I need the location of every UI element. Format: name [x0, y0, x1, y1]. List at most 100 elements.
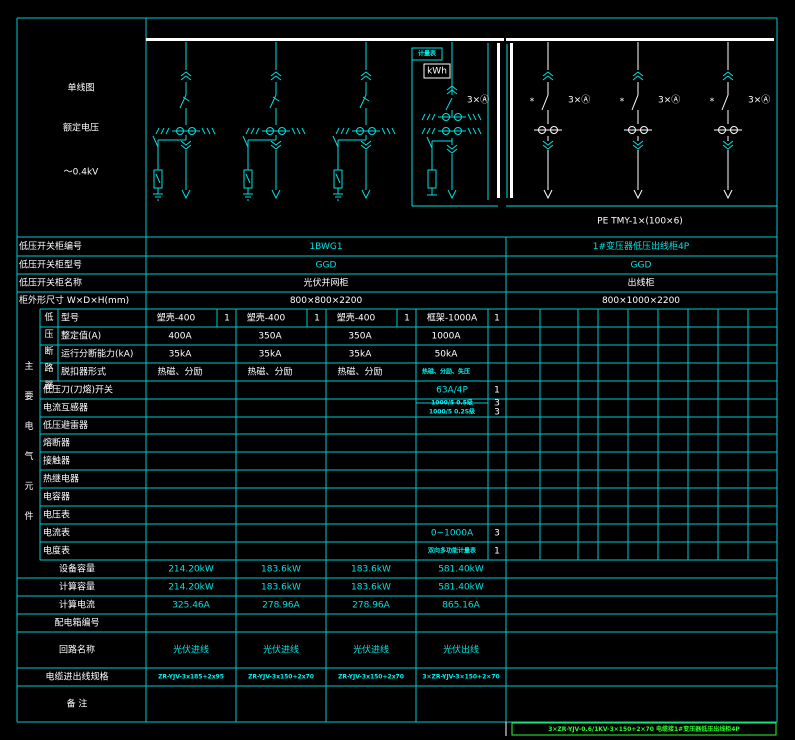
ct-tick: [340, 127, 345, 135]
ct-tick: [421, 113, 426, 121]
disconnector-icon: [332, 135, 339, 148]
withdrawable-contact-icon: [180, 140, 192, 150]
withdrawable-contact-icon: [270, 71, 282, 81]
calc-current-value: 278.96A: [352, 601, 390, 611]
cable-outlet-icon: [723, 189, 733, 200]
ct-label: 3×Ⓐ: [467, 95, 489, 106]
cable-outlet-icon: [447, 189, 457, 200]
installed-capacity-value: 581.40kW: [438, 565, 484, 575]
cable-outlet-icon: [543, 189, 553, 200]
breaker-switch-icon: [541, 94, 549, 111]
breaker-switch-icon: [179, 94, 187, 109]
ct-tick: [391, 127, 396, 135]
breaker-model: 框架-1000A: [427, 312, 478, 324]
circuit-name-value: 光伏进线: [173, 644, 209, 656]
disconnector-icon: [242, 135, 249, 148]
ct-tick: [467, 113, 472, 121]
breaker-qty: 1: [314, 314, 320, 324]
ct-tick: [477, 113, 482, 121]
ammeter-qty: 3: [494, 529, 500, 539]
ct-tick: [381, 127, 386, 135]
cable-spec-value: ZR-YJV-3x185+2x95: [158, 674, 224, 681]
disconnector-icon: [426, 136, 433, 149]
breaker-sub-label: 脱扣器形式: [61, 366, 106, 378]
main-equipment-label: 主要电气元件: [24, 360, 33, 522]
ct1-value: 1000/5 0.5级: [431, 399, 473, 407]
breaker-qty: 1: [494, 314, 500, 324]
calc-capacity-value: 214.20kW: [168, 583, 214, 593]
ct-tick: [426, 127, 431, 135]
equipment-label: 接触器: [43, 455, 70, 467]
ct-tick: [426, 113, 431, 121]
outgoing-feeder: [714, 42, 742, 200]
equipment-label: 低压刀(刀熔)开关: [43, 384, 113, 396]
bottom-label: 设备容量: [59, 563, 95, 575]
kwh-meter-label: kWh: [427, 67, 447, 77]
ct-label: 3×Ⓐ: [658, 95, 680, 106]
ct-label: 3×Ⓐ: [748, 95, 770, 106]
ct-tick: [301, 127, 306, 135]
ct-tick: [477, 127, 482, 135]
breaker-rating: 1000A: [431, 332, 461, 342]
row-label: 低压开关柜编号: [19, 240, 82, 252]
ct-tick: [165, 127, 170, 135]
breaker-group-label: 低压断路器: [44, 311, 53, 391]
trip-type: 热磁、分励: [337, 366, 382, 378]
trip-type: 热磁、分励、失压: [422, 368, 470, 376]
withdrawable-contact-icon: [632, 71, 644, 81]
trip-type: 热磁、分励: [157, 366, 202, 378]
circuit-name-value: 光伏进线: [263, 644, 299, 656]
ct-tick: [155, 127, 160, 135]
row-label: 低压开关柜名称: [19, 277, 82, 289]
disconnector-icon: [152, 135, 159, 148]
calc-capacity-value: 183.6kW: [261, 583, 301, 593]
voltage-value: ～0.4kV: [64, 168, 100, 178]
star-mark: *: [620, 97, 625, 107]
row-label: 柜外形尺寸 W×D×H(mm): [19, 294, 129, 306]
rated-voltage-label: 额定电压: [63, 122, 99, 134]
surge-arrester-icon: [427, 169, 437, 189]
breaking-capacity: 35kA: [169, 350, 193, 360]
row-label: 低压开关柜型号: [19, 259, 82, 271]
energy-meter-qty: 1: [494, 547, 500, 557]
knife-switch-qty: 1: [494, 386, 500, 396]
bottom-label: 配电箱编号: [54, 617, 99, 629]
cable-spec-value: 3×ZR-YJV-3×150+2×70: [422, 674, 499, 681]
right-group-cabinet_no: 1#变压器低压出线柜4P: [593, 240, 690, 252]
breaker-qty: 1: [224, 314, 230, 324]
cable-outlet-icon: [181, 189, 191, 200]
arrester-mark: [335, 173, 341, 184]
bottom-label: 计算电流: [59, 599, 95, 611]
circuit-name-value: 光伏进线: [353, 644, 389, 656]
ct-tick: [472, 127, 477, 135]
ct-tick: [467, 127, 472, 135]
ct-label: 3×Ⓐ: [568, 95, 590, 106]
breaker-rating: 350A: [258, 332, 282, 342]
ct-tick: [250, 127, 255, 135]
withdrawable-contact-icon: [542, 140, 554, 150]
calc-current-value: 278.96A: [262, 601, 300, 611]
withdrawable-contact-icon: [270, 140, 282, 150]
withdrawable-contact-icon: [446, 144, 458, 154]
breaker-switch-icon: [359, 94, 367, 109]
single-line-diagram-sheet: 单线图额定电压 ～0.4kV 低压开关柜编号低压开关柜型号低压开关柜名称柜外形尺寸 …: [16, 17, 778, 736]
bottom-label: 备 注: [67, 698, 88, 710]
breaker-model: 塑壳-400: [337, 312, 376, 324]
ct-tick: [431, 113, 436, 121]
ct-tick: [421, 127, 426, 135]
energy-meter-value: 双向多功能计量表: [428, 547, 477, 555]
cable-outlet-icon: [633, 189, 643, 200]
equipment-label: 热继电器: [43, 473, 79, 485]
calc-capacity-value: 581.40kW: [438, 583, 484, 593]
installed-capacity-value: 183.6kW: [351, 565, 391, 575]
breaker-rating: 400A: [168, 332, 192, 342]
drawing-page: 单线图 额定电压 ～0.4kV 低压开关柜编号 低压开关柜型号 低压开关柜名称 柜外形尺寸 …: [0, 0, 795, 740]
ct-tick: [345, 127, 350, 135]
circuit-name-value: 光伏出线: [443, 644, 479, 656]
equipment-label: 电压表: [43, 509, 70, 521]
main-busbar-right: [506, 38, 774, 41]
ct-tick: [206, 127, 211, 135]
breaking-capacity: 35kA: [259, 350, 283, 360]
ct-tick: [386, 127, 391, 135]
breaker-switch-icon: [269, 94, 277, 109]
